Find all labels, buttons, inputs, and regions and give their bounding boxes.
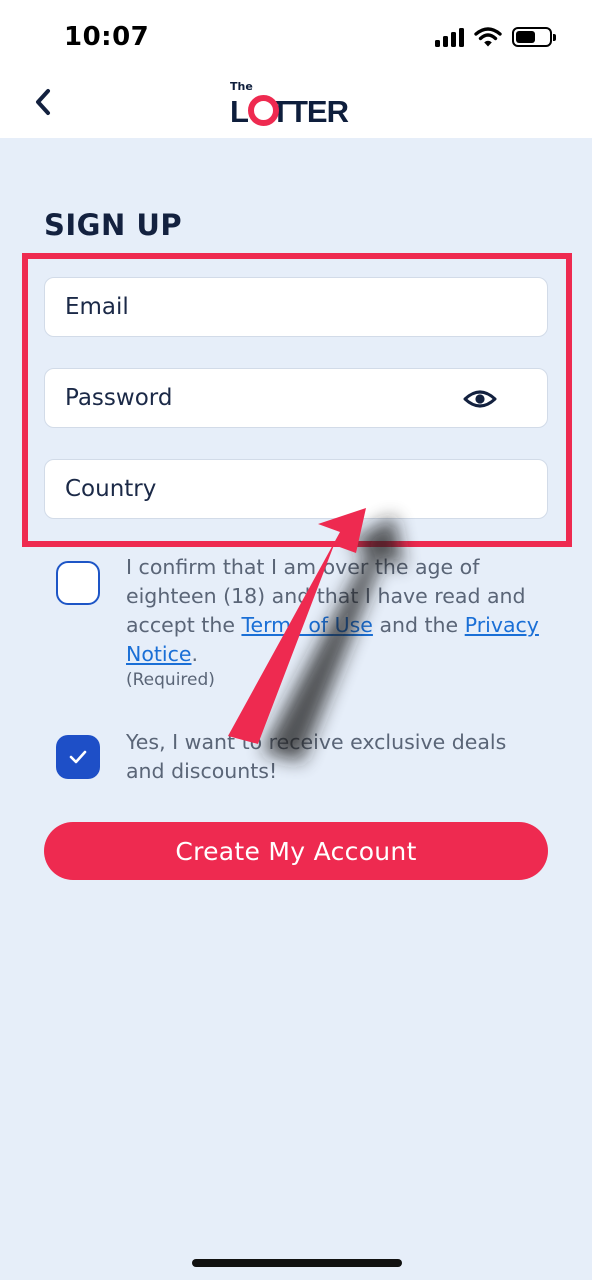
- email-label: Email: [65, 294, 129, 320]
- age-consent-text: I confirm that I am over the age of eigh…: [126, 553, 546, 669]
- home-indicator: [192, 1259, 402, 1267]
- country-field[interactable]: Country: [44, 459, 548, 519]
- page-title: SIGN UP: [44, 208, 183, 242]
- battery-icon: [512, 27, 556, 47]
- logo-ring-icon: [248, 95, 279, 126]
- age-text-middle: and the: [372, 613, 465, 637]
- password-field[interactable]: Password: [44, 368, 548, 428]
- create-account-button[interactable]: Create My Account: [44, 822, 548, 880]
- cellular-signal-icon: [435, 27, 464, 47]
- marketing-consent-text: Yes, I want to receive exclusive deals a…: [126, 730, 507, 783]
- app-header: The LOTTER: [0, 70, 592, 138]
- checkmark-icon: [69, 750, 87, 764]
- marketing-consent-checkbox[interactable]: [56, 735, 100, 779]
- email-field[interactable]: Email: [44, 277, 548, 337]
- back-button[interactable]: [26, 82, 60, 122]
- age-consent-checkbox[interactable]: [56, 561, 100, 605]
- terms-of-use-link[interactable]: Terms of Use: [241, 613, 372, 637]
- logo-the: The: [230, 80, 253, 93]
- lotter-logo: The LOTTER: [228, 80, 368, 132]
- chevron-left-icon: [36, 89, 50, 115]
- country-label: Country: [65, 476, 157, 502]
- eye-icon[interactable]: [463, 384, 497, 414]
- status-bar: 10:07: [0, 0, 592, 70]
- age-text-after: .: [191, 642, 199, 666]
- password-label: Password: [65, 385, 173, 411]
- status-time: 10:07: [64, 22, 150, 52]
- required-note: (Required): [126, 670, 215, 690]
- wifi-icon: [474, 27, 502, 47]
- status-icons: [435, 26, 556, 48]
